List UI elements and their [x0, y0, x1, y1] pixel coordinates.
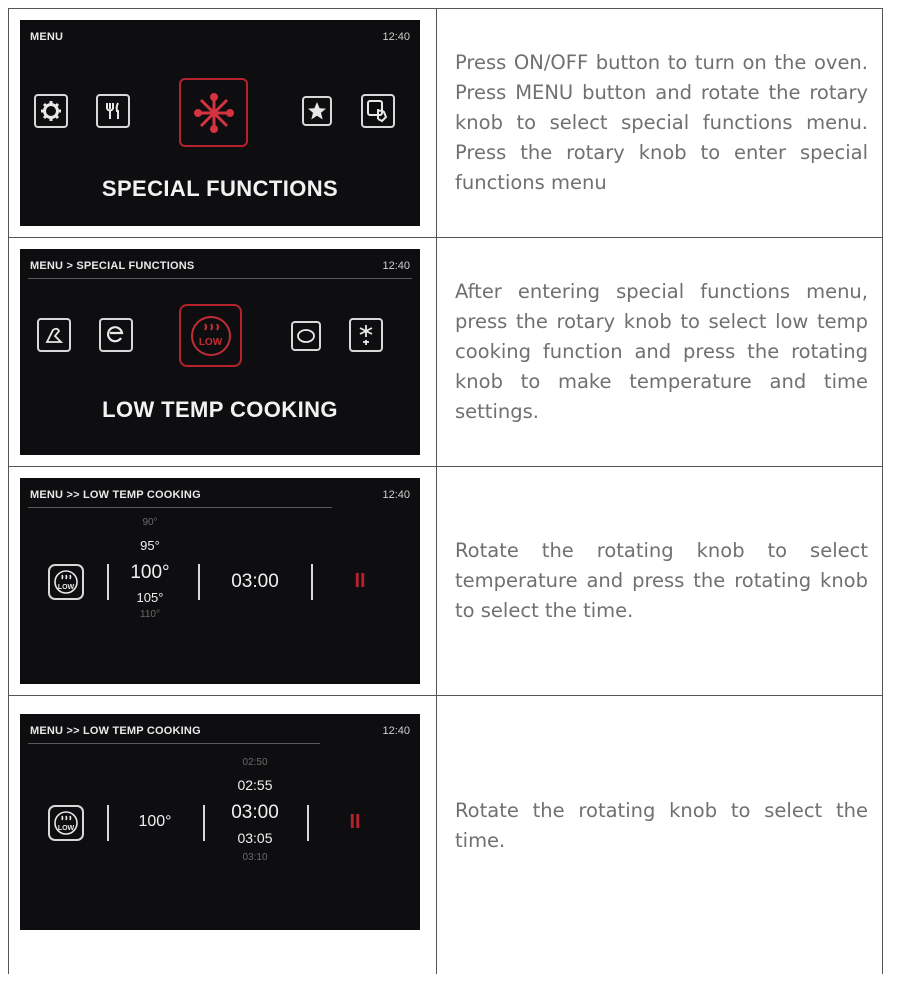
display-clock: 12:40	[382, 489, 410, 501]
display-breadcrumb: MENU	[30, 31, 64, 43]
time-value: 03:00	[231, 571, 279, 592]
time-option: 03:10	[242, 852, 268, 863]
step-image-cell: MENU > SPECIAL FUNCTIONS 12:40 LOW LOW T…	[9, 238, 437, 466]
header-divider	[28, 278, 412, 279]
time-option: 03:05	[237, 830, 273, 846]
step-row-1: MENU 12:40 SPECIAL FUNCTIONS Press ON/OF…	[9, 9, 883, 238]
temp-option: 105°	[136, 590, 164, 605]
step-description: Rotate the rotating knob to select tempe…	[455, 539, 868, 622]
step-description: Rotate the rotating knob to select the t…	[455, 799, 868, 852]
display-clock: 12:40	[382, 31, 410, 43]
separator	[107, 805, 109, 841]
defrost-icon	[349, 318, 383, 352]
dough-icon	[37, 318, 71, 352]
step-text-cell: Press ON/OFF button to turn on the oven.…	[437, 9, 883, 237]
step-description: Press ON/OFF button to turn on the oven.…	[455, 51, 868, 194]
separator	[203, 805, 205, 841]
time-selected: 03:00	[231, 802, 279, 823]
step-row-4: MENU >> LOW TEMP COOKING 12:40 LOW 100° …	[9, 696, 883, 974]
cutlery-icon	[96, 94, 130, 128]
temp-option: 110°	[140, 609, 160, 620]
pause-icon: II	[349, 811, 361, 833]
oven-display-time: MENU >> LOW TEMP COOKING 12:40 LOW 100° …	[20, 714, 420, 930]
oval-icon	[291, 321, 321, 351]
low-temp-icon: LOW	[179, 304, 242, 367]
low-label: LOW	[57, 584, 75, 591]
step-text-cell: After entering special functions menu, p…	[437, 238, 883, 466]
display-title: LOW TEMP COOKING	[102, 397, 338, 422]
time-option: 02:50	[242, 757, 268, 768]
step-text-cell: Rotate the rotating knob to select tempe…	[437, 467, 883, 695]
oven-display-special-functions: MENU > SPECIAL FUNCTIONS 12:40 LOW LOW T…	[20, 249, 420, 455]
step-text-cell: Rotate the rotating knob to select the t…	[437, 696, 883, 974]
display-breadcrumb: MENU >> LOW TEMP COOKING	[30, 725, 201, 737]
separator	[311, 564, 313, 600]
low-label: LOW	[198, 337, 223, 348]
display-clock: 12:40	[382, 725, 410, 737]
display-title: SPECIAL FUNCTIONS	[101, 176, 339, 201]
display-breadcrumb: MENU >> LOW TEMP COOKING	[30, 489, 201, 501]
step-image-cell: MENU >> LOW TEMP COOKING 12:40 LOW 100° …	[9, 696, 437, 974]
header-divider	[28, 743, 320, 744]
instruction-table: MENU 12:40 SPECIAL FUNCTIONS Press ON/OF…	[8, 8, 883, 974]
temp-option: 90°	[142, 517, 158, 528]
step-image-cell: MENU 12:40 SPECIAL FUNCTIONS	[9, 9, 437, 237]
separator	[107, 564, 109, 600]
special-functions-icon	[179, 78, 248, 147]
temp-option: 95°	[140, 538, 160, 553]
oven-display-temperature: MENU >> LOW TEMP COOKING 12:40 LOW 90° 9…	[20, 478, 420, 684]
temp-selected: 100°	[130, 562, 170, 583]
step-description: After entering special functions menu, p…	[455, 280, 868, 423]
separator	[307, 805, 309, 841]
time-option: 02:55	[237, 777, 273, 793]
touch-icon	[361, 94, 395, 128]
step-row-3: MENU >> LOW TEMP COOKING 12:40 LOW 90° 9…	[9, 467, 883, 696]
temp-value: 100°	[138, 813, 172, 830]
low-temp-icon: LOW	[48, 564, 84, 600]
oven-display-menu: MENU 12:40 SPECIAL FUNCTIONS	[20, 20, 420, 226]
step-row-2: MENU > SPECIAL FUNCTIONS 12:40 LOW LOW T…	[9, 238, 883, 467]
pause-icon: II	[354, 570, 366, 592]
display-breadcrumb: MENU > SPECIAL FUNCTIONS	[30, 260, 195, 272]
step-image-cell: MENU >> LOW TEMP COOKING 12:40 LOW 90° 9…	[9, 467, 437, 695]
low-label: LOW	[57, 825, 75, 832]
low-temp-icon: LOW	[48, 805, 84, 841]
eco-icon	[99, 318, 133, 352]
display-clock: 12:40	[382, 260, 410, 272]
star-icon	[302, 96, 332, 126]
gear-icon	[34, 94, 68, 128]
header-divider	[28, 507, 332, 508]
separator	[198, 564, 200, 600]
